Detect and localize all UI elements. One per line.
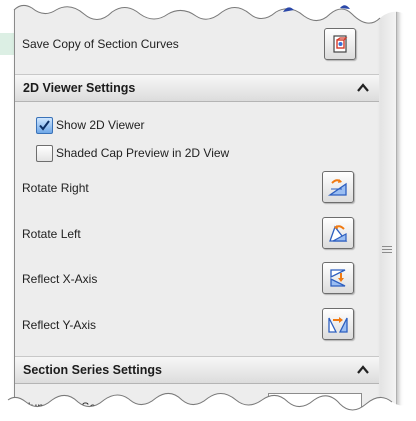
torn-edge-bottom <box>0 393 416 421</box>
rotate-left-button[interactable] <box>322 217 354 249</box>
series-settings-title: Section Series Settings <box>23 363 162 377</box>
rotate-left-label: Rotate Left <box>22 227 81 241</box>
shaded-cap-preview-checkbox[interactable] <box>36 145 53 162</box>
reflect-x-axis-button[interactable] <box>322 262 354 294</box>
viewer-settings-header[interactable]: 2D Viewer Settings <box>15 74 379 102</box>
show-2d-viewer-label: Show 2D Viewer <box>56 118 145 132</box>
show-2d-viewer-checkbox[interactable] <box>36 117 53 134</box>
reflect-y-axis-button[interactable] <box>322 308 354 340</box>
rotate-left-icon <box>329 225 348 242</box>
reflect-x-axis-label: Reflect X-Axis <box>22 272 98 286</box>
rotate-right-label: Rotate Right <box>22 181 89 195</box>
chevron-up-icon[interactable] <box>355 80 371 96</box>
checkmark-icon <box>39 120 50 131</box>
scrollbar-grip[interactable] <box>382 244 392 256</box>
torn-edge-top <box>0 0 416 24</box>
reflect-y-axis-icon <box>328 317 348 333</box>
vertical-scrollbar[interactable] <box>380 0 397 421</box>
shaded-cap-preview-label: Shaded Cap Preview in 2D View <box>56 146 230 160</box>
rotate-right-button[interactable] <box>322 171 354 203</box>
viewer-settings-title: 2D Viewer Settings <box>23 81 136 95</box>
chevron-up-icon[interactable] <box>355 362 371 378</box>
reflect-x-axis-icon <box>330 269 346 287</box>
series-settings-header[interactable]: Section Series Settings <box>15 356 379 384</box>
reflect-y-axis-label: Reflect Y-Axis <box>22 318 97 332</box>
rotate-right-icon <box>327 179 347 196</box>
